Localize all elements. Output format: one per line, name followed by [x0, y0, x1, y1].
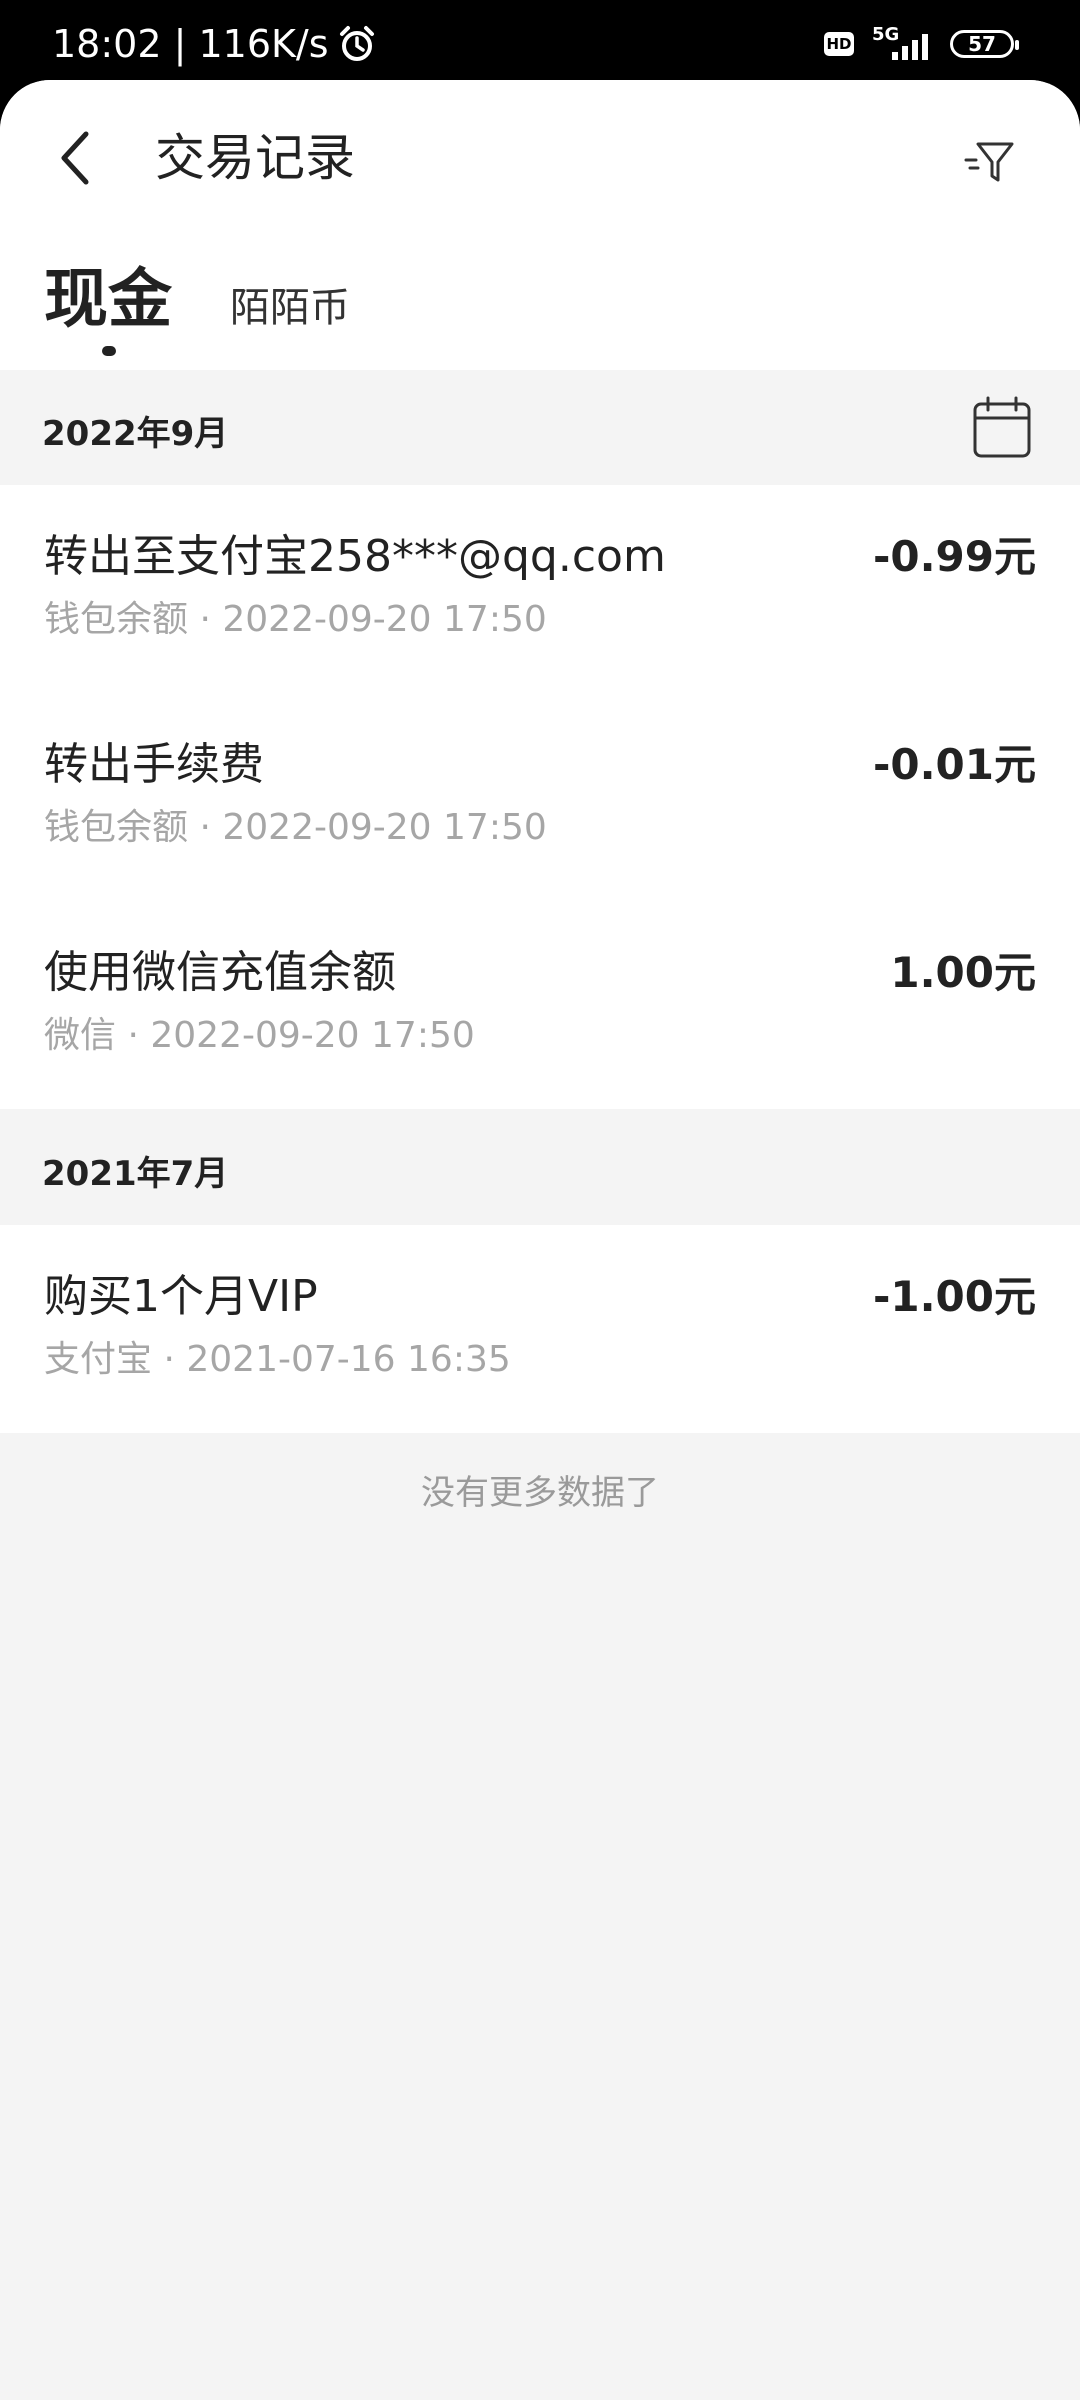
transaction-list: 购买1个月VIP 支付宝 · 2021-07-16 16:35 -1.00元: [0, 1225, 1080, 1433]
header: 交易记录 现金 陌陌币: [0, 80, 1080, 370]
hd-icon: HD: [824, 32, 854, 56]
item-subtitle: 支付宝 · 2021-07-16 16:35: [44, 1339, 511, 1380]
item-time: 2022-09-20 17:50: [150, 1015, 475, 1056]
no-more-data-text: 没有更多数据了: [421, 1473, 659, 1513]
back-button[interactable]: [52, 128, 102, 188]
tab-bar: 现金 陌陌币: [0, 260, 1080, 370]
list-item[interactable]: 使用微信充值余额 微信 · 2022-09-20 17:50 1.00元: [0, 901, 1080, 1109]
month-header: 2022年9月: [0, 370, 1080, 485]
transaction-page: 交易记录 现金 陌陌币 2022年9月 转出至支付宝258***@qq.com …: [0, 80, 1080, 2400]
transaction-list: 转出至支付宝258***@qq.com 钱包余额 · 2022-09-20 17…: [0, 485, 1080, 1109]
status-time-speed: 18:02 | 116K/s: [52, 22, 329, 66]
item-source: 支付宝: [44, 1339, 153, 1380]
item-source: 钱包余额: [44, 599, 189, 640]
list-item[interactable]: 转出手续费 钱包余额 · 2022-09-20 17:50 -0.01元: [0, 693, 1080, 901]
tab-momo-coin[interactable]: 陌陌币: [230, 268, 350, 348]
calendar-button[interactable]: [972, 396, 1032, 460]
filter-button[interactable]: [960, 130, 1020, 190]
item-subtitle: 钱包余额 · 2022-09-20 17:50: [44, 599, 547, 640]
item-source: 微信: [44, 1015, 117, 1056]
status-left: 18:02 | 116K/s: [52, 24, 377, 64]
item-title: 购买1个月VIP: [44, 1271, 318, 1322]
item-time: 2022-09-20 17:50: [222, 599, 547, 640]
back-arrow-icon: [61, 131, 89, 185]
item-time: 2022-09-20 17:50: [222, 807, 547, 848]
item-title: 使用微信充值余额: [44, 947, 396, 998]
item-source: 钱包余额: [44, 807, 189, 848]
signal-icon: 5G: [870, 24, 934, 64]
list-item[interactable]: 转出至支付宝258***@qq.com 钱包余额 · 2022-09-20 17…: [0, 485, 1080, 693]
month-label: 2021年7月: [42, 1154, 229, 1194]
item-subtitle: 钱包余额 · 2022-09-20 17:50: [44, 807, 547, 848]
status-right: HD 5G 57: [824, 24, 1019, 64]
status-bar: 18:02 | 116K/s HD 5G 57: [0, 0, 1080, 80]
filter-icon: [964, 142, 1014, 182]
item-subtitle: 微信 · 2022-09-20 17:50: [44, 1015, 475, 1056]
list-item[interactable]: 购买1个月VIP 支付宝 · 2021-07-16 16:35 -1.00元: [0, 1225, 1080, 1433]
battery-icon: 57: [950, 30, 1019, 58]
month-label: 2022年9月: [42, 414, 229, 454]
tab-cash[interactable]: 现金: [44, 260, 172, 340]
page-title: 交易记录: [155, 129, 355, 187]
item-time: 2021-07-16 16:35: [186, 1339, 511, 1380]
item-amount: -1.00元: [872, 1272, 1036, 1321]
alarm-icon: [337, 24, 377, 64]
item-title: 转出至支付宝258***@qq.com: [44, 531, 666, 582]
item-amount: -0.01元: [872, 740, 1036, 789]
calendar-icon: [973, 396, 1031, 458]
item-amount: -0.99元: [872, 532, 1036, 581]
month-header: 2021年7月: [0, 1110, 1080, 1225]
tab-active-indicator: [102, 346, 116, 356]
item-title: 转出手续费: [44, 739, 264, 790]
item-amount: 1.00元: [890, 948, 1036, 997]
